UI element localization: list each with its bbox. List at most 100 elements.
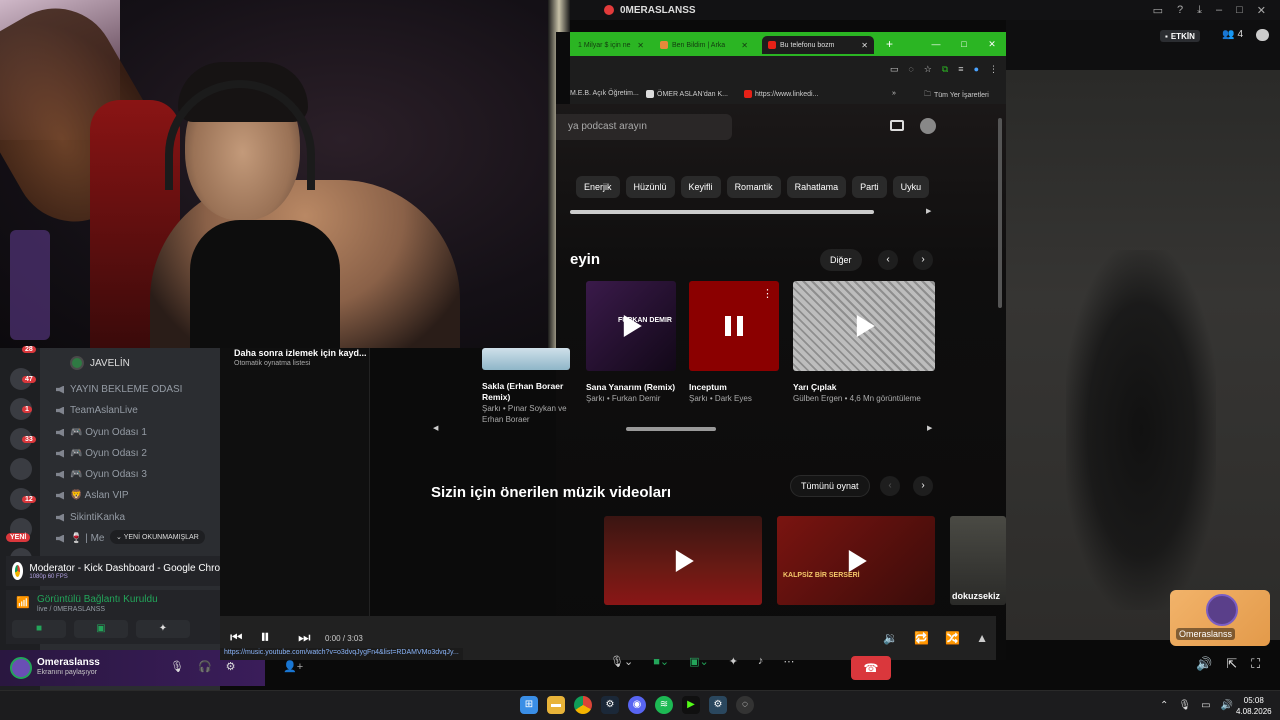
kick-icon[interactable]: ▶ bbox=[682, 696, 700, 714]
scroll-right-icon[interactable]: ▶ bbox=[927, 424, 932, 432]
cast-icon[interactable] bbox=[890, 120, 904, 131]
next-arrow-icon[interactable]: › bbox=[913, 250, 933, 270]
maximize-icon[interactable]: □ bbox=[1236, 4, 1243, 17]
song-card-playing[interactable]: ⋮ Inceptum Şarkı • Dark Eyes bbox=[689, 281, 779, 404]
close-icon[interactable]: ✕ bbox=[1257, 4, 1266, 17]
spotify-icon[interactable]: ≋ bbox=[655, 696, 673, 714]
chip[interactable]: Enerjik bbox=[576, 176, 620, 198]
pause-icon[interactable]: ⏸ bbox=[260, 626, 270, 649]
popout-stream-icon[interactable]: ⇱ bbox=[1226, 656, 1237, 672]
next-arrow-icon[interactable]: › bbox=[913, 476, 933, 496]
app-icon[interactable]: ◌ bbox=[736, 696, 754, 714]
account-avatar[interactable] bbox=[920, 118, 936, 134]
bookmark[interactable]: ÖMER ASLAN'dan K... bbox=[646, 90, 728, 98]
queue-title[interactable]: Daha sonra izlemek için kayd... bbox=[234, 348, 367, 358]
media-icon[interactable]: ≡ bbox=[958, 64, 963, 75]
close-icon[interactable]: ✕ bbox=[978, 32, 1006, 56]
screen-share-button[interactable]: ▣ bbox=[74, 620, 128, 638]
voice-channel-item[interactable]: TeamAslanLive bbox=[56, 405, 138, 416]
popout-icon[interactable]: ▭ bbox=[1153, 4, 1163, 17]
minimize-icon[interactable]: – bbox=[1216, 4, 1222, 17]
viewer-count[interactable]: 👥 4 bbox=[1222, 29, 1243, 40]
repeat-icon[interactable]: 🔁 bbox=[914, 631, 929, 645]
windows-start-icon[interactable]: ⊞ bbox=[520, 696, 538, 714]
star-icon[interactable]: ☆ bbox=[924, 64, 932, 75]
microphone-icon[interactable]: 🎙 bbox=[170, 660, 184, 673]
clock[interactable]: 05:08 4.08.2026 bbox=[1236, 695, 1272, 717]
more-button[interactable]: Diğer bbox=[820, 249, 862, 271]
prev-arrow-icon[interactable]: ‹ bbox=[880, 476, 900, 496]
prev-arrow-icon[interactable]: ‹ bbox=[878, 250, 898, 270]
activities-icon[interactable]: ✦ bbox=[729, 655, 738, 668]
address-bar[interactable]: ▭ ◌ ☆ ⧉ ≡ ● ⋮ bbox=[570, 56, 1006, 84]
settings-icon[interactable]: ⚙ bbox=[226, 660, 236, 673]
disconnect-button[interactable]: ☎ bbox=[851, 656, 891, 680]
minimize-icon[interactable]: — bbox=[922, 32, 950, 56]
cards-scrollbar[interactable] bbox=[626, 427, 716, 431]
chip-scrollbar[interactable] bbox=[570, 210, 874, 214]
voice-channel-item[interactable]: SikintiKanka bbox=[56, 512, 125, 523]
install-icon[interactable]: ▭ bbox=[890, 64, 899, 75]
tray-expand-icon[interactable]: ⌃ bbox=[1160, 700, 1168, 711]
maximize-icon[interactable]: □ bbox=[950, 32, 978, 56]
more-bookmarks[interactable]: » bbox=[892, 90, 896, 97]
microphone-icon[interactable]: 🎙⌄ bbox=[610, 655, 633, 668]
chip[interactable]: Keyifli bbox=[680, 176, 721, 198]
previous-icon[interactable]: ⏮ bbox=[230, 629, 243, 646]
voice-channel-item[interactable]: 🎮 Oyun Odası 1 bbox=[56, 427, 147, 438]
volume-icon[interactable]: 🔊 bbox=[1221, 700, 1233, 711]
camera-icon[interactable]: ■⌄ bbox=[653, 655, 669, 668]
play-icon[interactable] bbox=[856, 315, 875, 337]
volume-icon[interactable]: 🔉 bbox=[883, 631, 898, 645]
chrome-icon[interactable] bbox=[574, 696, 592, 714]
network-icon[interactable]: ▭ bbox=[1201, 700, 1210, 711]
video-thumbnail[interactable]: KALPSİZ BİR SERSERİ bbox=[777, 516, 935, 605]
chat-icon[interactable] bbox=[1256, 29, 1269, 41]
screen-share-icon[interactable]: ▣⌄ bbox=[689, 655, 709, 668]
microphone-icon[interactable]: 🎙 bbox=[1178, 700, 1191, 711]
new-tab-icon[interactable]: + bbox=[886, 37, 893, 51]
chip[interactable]: Parti bbox=[852, 176, 887, 198]
steam-active-icon[interactable]: ⚙ bbox=[709, 696, 727, 714]
more-icon[interactable]: ⋯ bbox=[783, 655, 794, 668]
video-thumbnail[interactable]: dokuzsekiz bbox=[950, 516, 1006, 605]
play-icon[interactable] bbox=[675, 549, 694, 572]
chip[interactable]: Uyku bbox=[892, 176, 930, 198]
volume-icon[interactable]: 🔊 bbox=[1196, 656, 1212, 672]
play-all-button[interactable]: Tümünü oynat bbox=[790, 475, 870, 497]
video-card[interactable]: Yarı Çıplak Gülben Ergen • 4,6 Mn görünt… bbox=[793, 281, 935, 404]
pause-icon[interactable] bbox=[725, 316, 743, 336]
tab-close-icon[interactable]: ✕ bbox=[861, 41, 868, 50]
user-avatar[interactable] bbox=[10, 657, 32, 679]
soundboard-icon[interactable]: ♪ bbox=[758, 655, 764, 668]
song-card[interactable]: FURKAN DEMIR Sana Yanarım (Remix) Şarkı … bbox=[586, 281, 676, 404]
new-badge[interactable]: YENİ bbox=[6, 533, 31, 542]
server-icon[interactable] bbox=[10, 458, 32, 480]
fullscreen-icon[interactable]: ⛶ bbox=[1251, 656, 1260, 672]
tab[interactable]: 1 Milyar $ için ne ✕ bbox=[572, 36, 650, 54]
page-scrollbar[interactable] bbox=[998, 118, 1002, 308]
steam-icon[interactable]: ⚙ bbox=[601, 696, 619, 714]
download-icon[interactable]: ⤓ bbox=[1197, 4, 1202, 17]
voice-channel-item[interactable]: 🎮 Oyun Odası 3 bbox=[56, 469, 147, 480]
add-user-icon[interactable]: 👤+ bbox=[283, 660, 303, 673]
chip[interactable]: Rahatlama bbox=[786, 176, 847, 198]
extension-icon[interactable]: ⧉ bbox=[942, 64, 948, 75]
bookmark[interactable]: M.E.B. Açık Öğretim... bbox=[570, 90, 639, 97]
camera-button[interactable]: ■ bbox=[12, 620, 66, 638]
scroll-left-icon[interactable]: ◀ bbox=[433, 424, 438, 432]
song-card[interactable]: Sakla (Erhan Boraer Remix) Şarkı • Pınar… bbox=[482, 348, 574, 425]
unread-pill[interactable]: ⌄ YENİ OKUNMAMIŞLAR bbox=[110, 530, 205, 544]
tab-close-icon[interactable]: ✕ bbox=[741, 41, 748, 50]
chip[interactable]: Hüzünlü bbox=[625, 176, 675, 198]
tab[interactable]: Ben Bildim | Arka ✕ bbox=[654, 36, 754, 54]
server-header[interactable]: JAVELİN bbox=[40, 348, 220, 378]
menu-icon[interactable]: ⋮ bbox=[989, 64, 998, 75]
voice-channel-item[interactable]: 🎮 Oyun Odası 2 bbox=[56, 448, 147, 459]
scroll-right-icon[interactable]: ▶ bbox=[926, 207, 931, 215]
tab-close-icon[interactable]: ✕ bbox=[637, 41, 644, 50]
activities-button[interactable]: ✦ bbox=[136, 620, 190, 638]
voice-channel-item[interactable]: 🍷 | Me bbox=[56, 533, 105, 544]
voice-channel-item[interactable]: YAYIN BEKLEME ODASI bbox=[56, 384, 182, 395]
voice-channel-item[interactable]: 🦁 Aslan VIP bbox=[56, 490, 129, 501]
